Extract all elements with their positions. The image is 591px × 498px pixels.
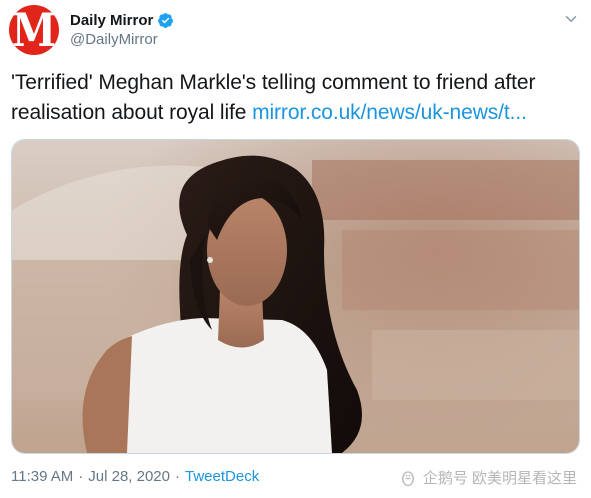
account-handle[interactable]: @DailyMirror	[70, 31, 158, 48]
avatar-logo-letter: M	[11, 5, 57, 55]
tweet-date[interactable]: Jul 28, 2020	[88, 468, 170, 485]
tweet-meta: 11:39 AM · Jul 28, 2020 · TweetDeck	[11, 468, 259, 485]
verified-badge-icon	[158, 12, 174, 28]
display-name[interactable]: Daily Mirror	[70, 12, 153, 29]
tweet-photo[interactable]	[11, 139, 580, 454]
author-name-row: Daily Mirror	[70, 10, 174, 30]
meta-separator-2: ·	[175, 468, 180, 485]
meta-separator: ·	[78, 468, 84, 485]
avatar[interactable]: M	[9, 5, 59, 55]
chevron-down-icon[interactable]	[562, 10, 580, 28]
tweet-source[interactable]: TweetDeck	[185, 468, 259, 485]
watermark-text: 企鹅号 欧美明星看这里	[422, 470, 577, 487]
tweet-card: M Daily Mirror @DailyMirror 'Terrified' …	[0, 0, 591, 498]
tweet-text: 'Terrified' Meghan Markle's telling comm…	[11, 68, 581, 128]
penguin-logo-icon	[401, 470, 414, 486]
tweet-time[interactable]: 11:39 AM	[11, 468, 73, 485]
tweet-link[interactable]: mirror.co.uk/news/uk-news/t...	[252, 101, 527, 124]
photo-image	[12, 140, 579, 453]
watermark: 企鹅号 欧美明星看这里	[399, 467, 577, 488]
